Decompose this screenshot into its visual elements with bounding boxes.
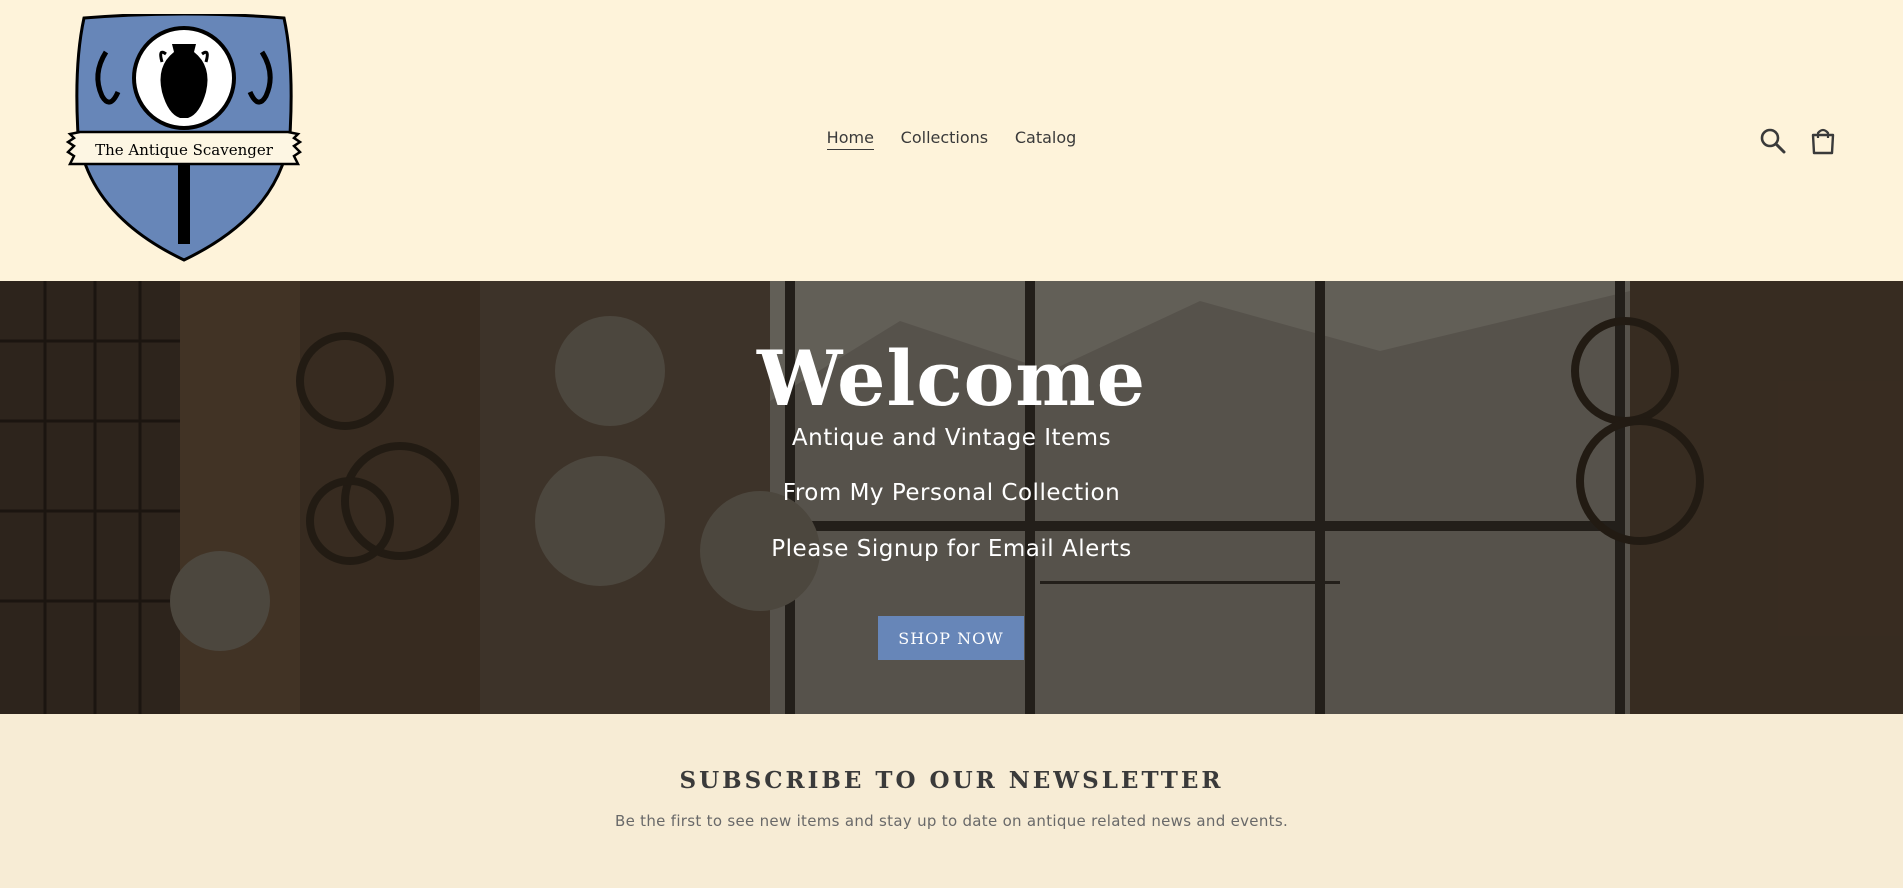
hero-banner: Welcome Antique and Vintage Items From M… xyxy=(0,281,1903,714)
nav-home-link[interactable]: Home xyxy=(826,128,874,150)
nav-collections-link[interactable]: Collections xyxy=(901,128,988,149)
site-header: The Antique Scavenger Home Collections C… xyxy=(0,0,1903,281)
shop-now-button[interactable]: SHOP NOW xyxy=(878,616,1024,660)
main-nav: Home Collections Catalog xyxy=(0,128,1903,150)
hero-content: Welcome Antique and Vintage Items From M… xyxy=(0,281,1903,714)
hero-line-3: Please Signup for Email Alerts xyxy=(771,536,1132,562)
hero-line-1: Antique and Vintage Items xyxy=(791,425,1112,451)
newsletter-title: SUBSCRIBE TO OUR NEWSLETTER xyxy=(679,767,1224,794)
hero-line-2: From My Personal Collection xyxy=(782,480,1121,506)
nav-catalog-link[interactable]: Catalog xyxy=(1015,128,1076,149)
hero-title: Welcome xyxy=(756,334,1147,423)
newsletter-section: SUBSCRIBE TO OUR NEWSLETTER Be the first… xyxy=(0,714,1903,888)
newsletter-subtitle: Be the first to see new items and stay u… xyxy=(614,812,1289,830)
cart-icon[interactable] xyxy=(1808,126,1838,156)
search-icon[interactable] xyxy=(1758,126,1788,156)
